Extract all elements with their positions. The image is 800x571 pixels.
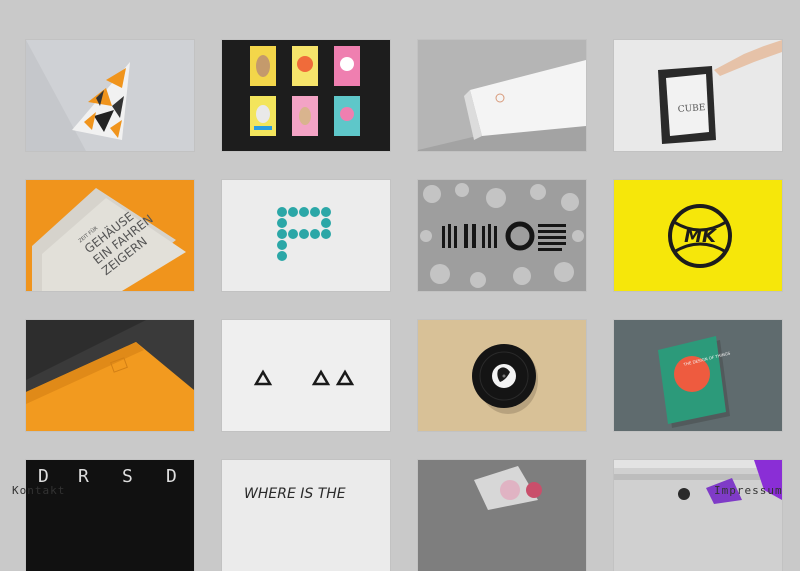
tile-r4c4[interactable]: [614, 460, 782, 571]
tile-r4c1[interactable]: D R S D: [26, 460, 194, 571]
mk-tennis-logo-image: MK: [614, 180, 782, 291]
dotted-p-logo-image: [222, 180, 390, 291]
mk-logo-text: MK: [684, 226, 718, 247]
tile-r3c2[interactable]: [222, 320, 390, 431]
orange-envelope-image: [26, 320, 194, 431]
white-box-image: [418, 40, 586, 151]
drsd-letter-3: S: [122, 466, 133, 487]
tile-r2c2[interactable]: [222, 180, 390, 291]
orange-print-cards-image: ZEIT FÜR GEHÄUSE EIN FAHREN ZEIGERN: [26, 180, 194, 291]
tile-r1c1[interactable]: [26, 40, 194, 151]
tile-r2c4[interactable]: MK: [614, 180, 782, 291]
tile-r2c1[interactable]: ZEIT FÜR GEHÄUSE EIN FAHREN ZEIGERN: [26, 180, 194, 291]
stone-texture-image: [418, 180, 586, 291]
geometric-triangle-logo-image: [26, 40, 194, 151]
drsd-letter-2: R: [78, 466, 89, 487]
poster-series-image: [222, 40, 390, 151]
typography-poster-image: WHERE IS THE: [222, 460, 390, 571]
drsd-tile-image: D R S D: [26, 460, 194, 571]
tile-r1c4[interactable]: CUBE: [614, 40, 782, 151]
tile-r3c3[interactable]: [418, 320, 586, 431]
svg-text:CUBE: CUBE: [678, 103, 706, 115]
drsd-letter-4: D: [166, 466, 177, 487]
tile-r4c2[interactable]: WHERE IS THE: [222, 460, 390, 571]
tile-r1c3[interactable]: [418, 40, 586, 151]
triangle-logo-image: [222, 320, 390, 431]
impressum-link[interactable]: Impressum: [714, 484, 783, 497]
tile-r3c4[interactable]: THE DESIGN OF THINGS: [614, 320, 782, 431]
green-book-image: THE DESIGN OF THINGS: [614, 320, 782, 431]
tile-r1c2[interactable]: [222, 40, 390, 151]
kontakt-link[interactable]: Kontakt: [12, 484, 65, 497]
purple-abstract-image: [614, 460, 782, 571]
vinyl-record-image: [418, 320, 586, 431]
abstract-shapes-image: [418, 460, 586, 571]
tile-r2c3[interactable]: [418, 180, 586, 291]
portfolio-grid: CUBE ZEIT FÜR GEHÄUSE EIN FAHREN ZEIGERN: [0, 0, 800, 571]
tile-r4c3[interactable]: [418, 460, 586, 571]
tile-r3c1[interactable]: [26, 320, 194, 431]
framed-artwork-image: CUBE: [614, 40, 782, 151]
